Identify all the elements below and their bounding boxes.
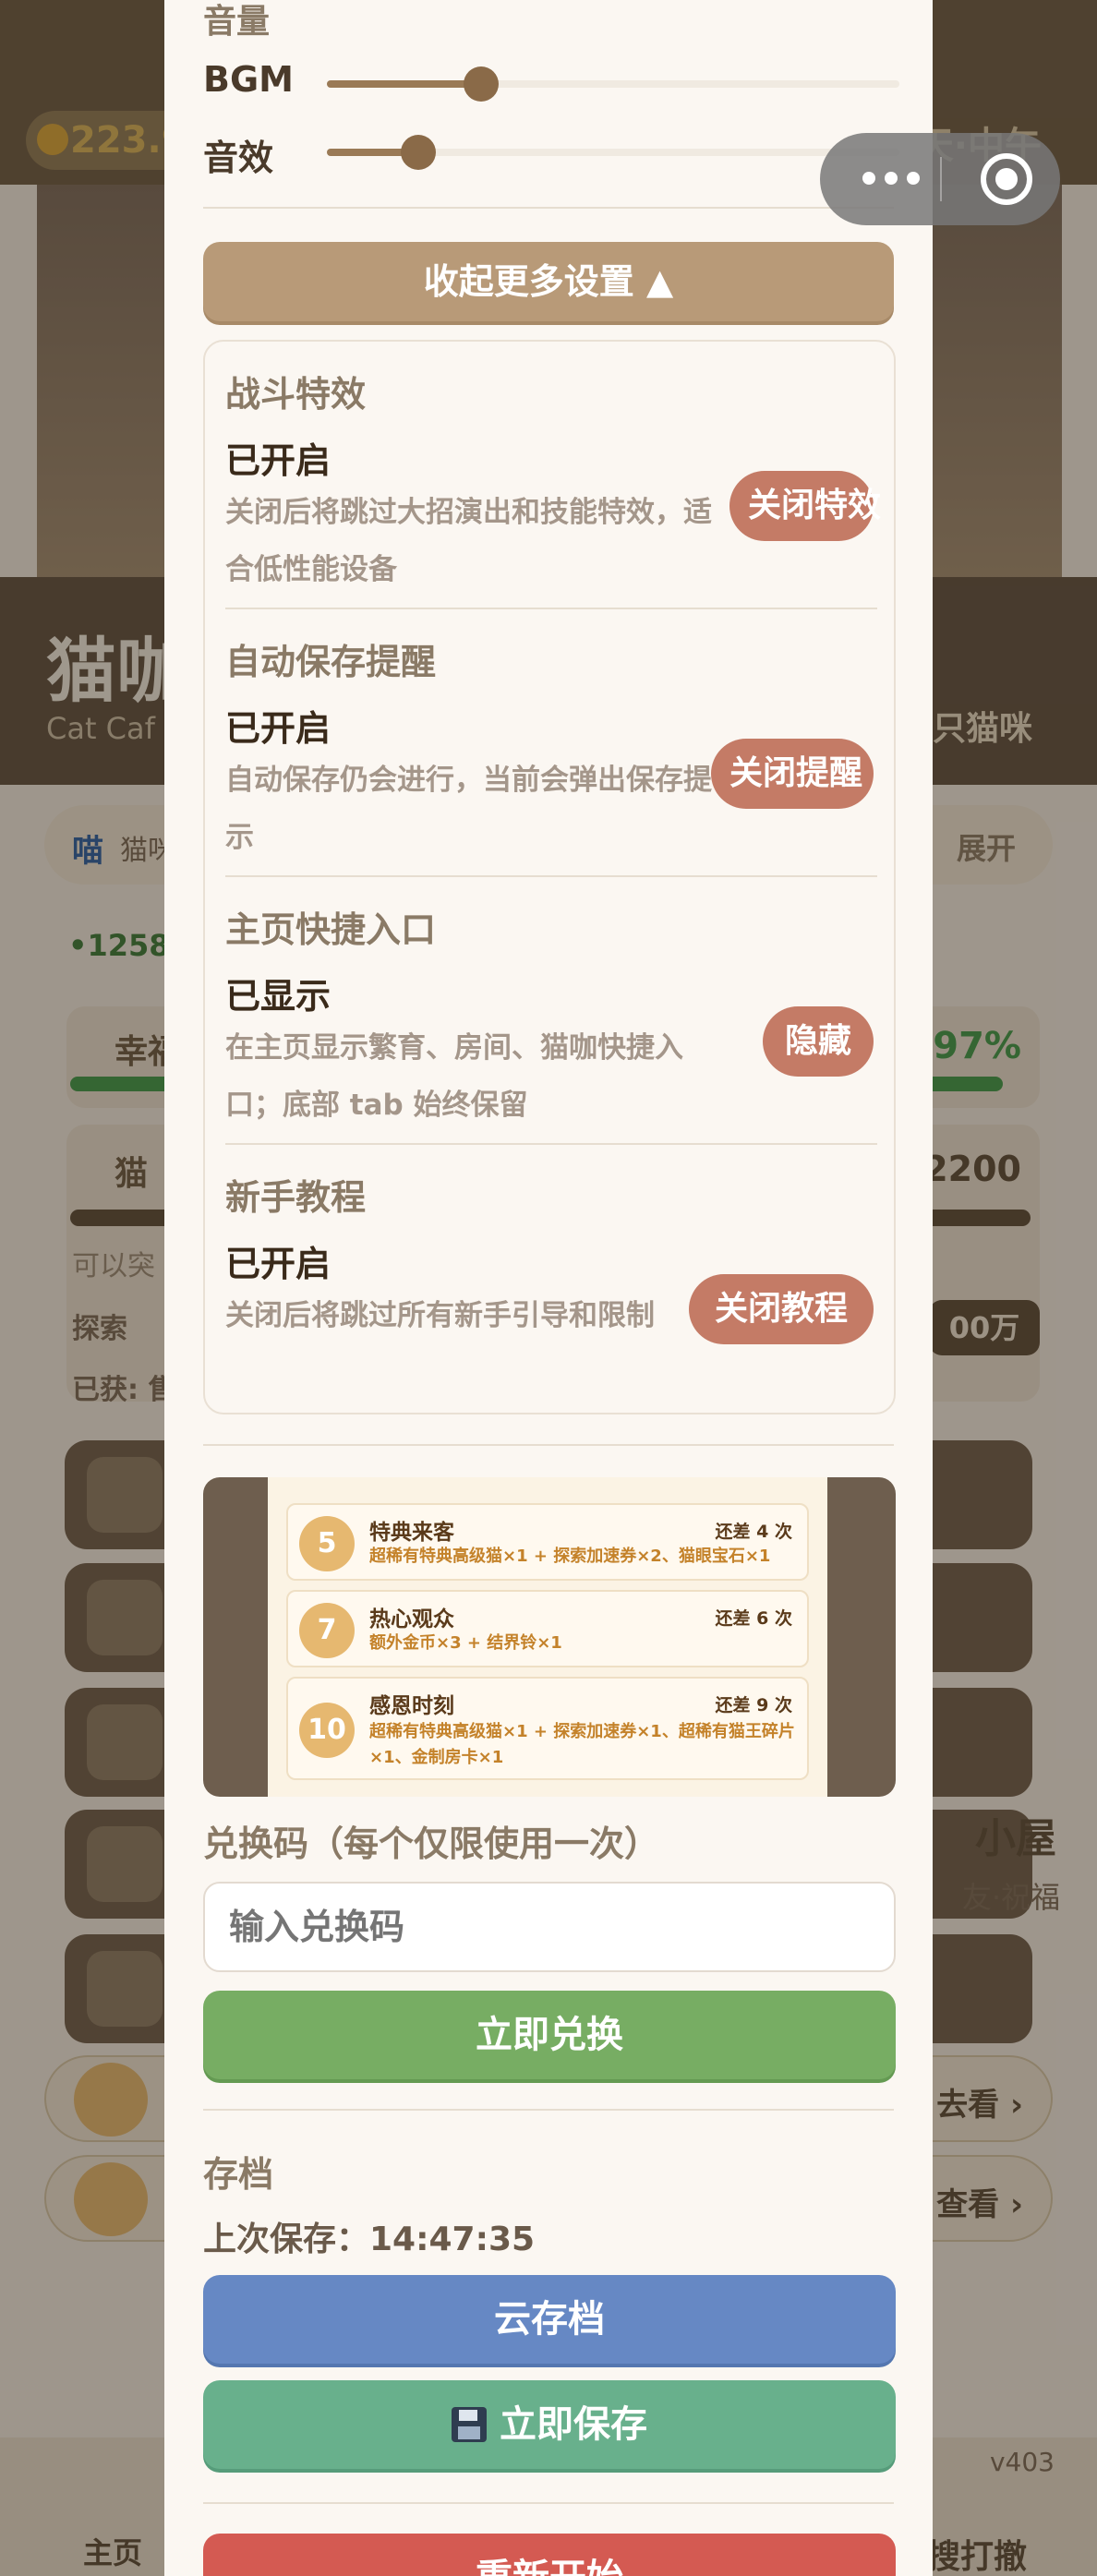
setting-state: 已开启 bbox=[225, 1244, 332, 1284]
miniprogram-capsule bbox=[820, 133, 1060, 225]
reward-remaining: 还差 9 次 bbox=[715, 1695, 792, 1715]
more-settings-card: 战斗特效 已开启 关闭后将跳过大招演出和技能特效，适合低性能设备 关闭特效 自动… bbox=[203, 340, 896, 1414]
setting-title: 自动保存提醒 bbox=[225, 642, 437, 682]
slider-knob[interactable] bbox=[401, 135, 437, 170]
reward-item: 5 特典来客 还差 4 次 超稀有特典高级猫×1 + 探索加速券×2、猫眼宝石×… bbox=[286, 1503, 809, 1581]
setting-desc: 关闭后将跳过大招演出和技能特效，适合低性能设备 bbox=[225, 496, 712, 586]
restart-button[interactable]: 重新开始 bbox=[203, 2534, 896, 2576]
volume-label: 音量 bbox=[203, 3, 271, 41]
divider bbox=[203, 2502, 894, 2504]
reward-name: 特典来客 bbox=[369, 1521, 454, 1545]
slider-knob[interactable] bbox=[464, 66, 500, 102]
disable-effects-button[interactable]: 关闭特效 bbox=[729, 471, 881, 541]
slider-fill bbox=[327, 80, 482, 88]
bgm-label: BGM bbox=[203, 59, 294, 100]
reward-item: 7 热心观众 还差 6 次 额外金币×3 + 结界铃×1 bbox=[286, 1590, 809, 1667]
setting-state: 已开启 bbox=[225, 708, 332, 749]
setting-desc: 自动保存仍会进行，当前会弹出保存提示 bbox=[225, 764, 712, 854]
setting-autosave-reminder: 自动保存提醒 已开启 自动保存仍会进行，当前会弹出保存提示 关闭提醒 bbox=[205, 609, 894, 877]
reward-banner: 5 特典来客 还差 4 次 超稀有特典高级猫×1 + 探索加速券×2、猫眼宝石×… bbox=[203, 1477, 896, 1797]
save-now-label: 立即保存 bbox=[500, 2403, 647, 2446]
divider bbox=[203, 207, 894, 209]
redeem-button[interactable]: 立即兑换 bbox=[203, 1991, 896, 2079]
reward-item: 10 感恩时刻 还差 9 次 超稀有特典高级猫×1 + 探索加速券×1、超稀有猫… bbox=[286, 1677, 809, 1780]
reward-desc: 超稀有特典高级猫×1 + 探索加速券×2、猫眼宝石×1 bbox=[369, 1547, 771, 1566]
floppy-disk-icon bbox=[452, 2407, 487, 2442]
close-miniprogram-icon[interactable] bbox=[981, 153, 1032, 205]
collapse-settings-button[interactable]: 收起更多设置 ▲ bbox=[203, 242, 894, 321]
setting-desc: 关闭后将跳过所有新手引导和限制 bbox=[225, 1299, 655, 1332]
sfx-slider[interactable] bbox=[327, 135, 899, 172]
capsule-divider bbox=[940, 157, 942, 201]
bgm-slider[interactable] bbox=[327, 66, 899, 103]
divider bbox=[203, 2109, 894, 2111]
setting-home-shortcuts: 主页快捷入口 已显示 在主页显示繁育、房间、猫咖快捷入口；底部 tab 始终保留… bbox=[205, 877, 894, 1145]
reward-name: 热心观众 bbox=[369, 1607, 454, 1631]
setting-title: 新手教程 bbox=[225, 1177, 367, 1218]
disable-reminder-button[interactable]: 关闭提醒 bbox=[711, 739, 874, 809]
reward-number: 5 bbox=[299, 1516, 355, 1571]
reward-remaining: 还差 6 次 bbox=[715, 1608, 792, 1629]
last-save-time: 上次保存：14:47:35 bbox=[203, 2221, 536, 2258]
save-section-label: 存档 bbox=[203, 2154, 274, 2195]
cloud-save-button[interactable]: 云存档 bbox=[203, 2275, 896, 2364]
reward-desc: 额外金币×3 + 结界铃×1 bbox=[369, 1633, 562, 1653]
reward-number: 7 bbox=[299, 1603, 355, 1658]
hide-shortcuts-button[interactable]: 隐藏 bbox=[763, 1006, 874, 1077]
setting-state: 已开启 bbox=[225, 440, 332, 481]
setting-title: 主页快捷入口 bbox=[225, 909, 437, 950]
reward-name: 感恩时刻 bbox=[369, 1694, 454, 1718]
reward-number: 10 bbox=[299, 1703, 355, 1758]
setting-state: 已显示 bbox=[225, 976, 332, 1017]
redeem-label: 兑换码（每个仅限使用一次） bbox=[203, 1824, 660, 1864]
setting-tutorial: 新手教程 已开启 关闭后将跳过所有新手引导和限制 关闭教程 bbox=[205, 1145, 894, 1413]
settings-panel: 音量 BGM 音效 收起更多设置 ▲ 战斗特效 已开启 关闭后将跳过大招演出和技… bbox=[164, 0, 933, 2576]
reward-list: 5 特典来客 还差 4 次 超稀有特典高级猫×1 + 探索加速券×2、猫眼宝石×… bbox=[268, 1477, 827, 1797]
reward-remaining: 还差 4 次 bbox=[715, 1522, 792, 1542]
divider bbox=[203, 1444, 894, 1446]
reward-desc: 超稀有特典高级猫×1 + 探索加速券×1、超稀有猫王碎片×1、金制房卡×1 bbox=[369, 1722, 795, 1767]
setting-battle-effects: 战斗特效 已开启 关闭后将跳过大招演出和技能特效，适合低性能设备 关闭特效 bbox=[205, 342, 894, 609]
redeem-code-input[interactable] bbox=[203, 1882, 896, 1972]
more-options-icon[interactable] bbox=[857, 159, 958, 199]
setting-desc: 在主页显示繁育、房间、猫咖快捷入口；底部 tab 始终保留 bbox=[225, 1031, 683, 1122]
save-now-button[interactable]: 立即保存 bbox=[203, 2380, 896, 2469]
sfx-label: 音效 bbox=[203, 138, 274, 178]
disable-tutorial-button[interactable]: 关闭教程 bbox=[689, 1274, 874, 1344]
setting-title: 战斗特效 bbox=[225, 374, 367, 415]
